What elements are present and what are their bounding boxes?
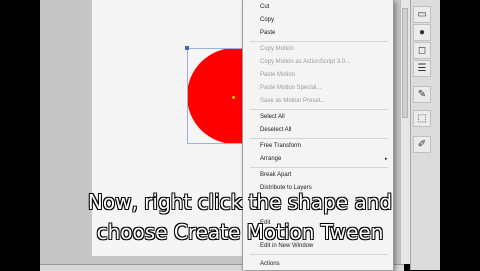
transform-icon[interactable]: ⬚ bbox=[413, 110, 431, 127]
selection-icon[interactable]: ▭ bbox=[413, 6, 431, 23]
submenu-arrow-icon: ▸ bbox=[385, 156, 388, 162]
menu-separator bbox=[250, 254, 388, 255]
menu-separator bbox=[250, 41, 388, 42]
caption-line-1: Now, right click the shape and bbox=[87, 190, 393, 214]
menu-item-paste[interactable]: Paste bbox=[260, 30, 275, 37]
brush-icon[interactable]: ✐ bbox=[413, 136, 431, 153]
menu-item-copy[interactable]: Copy bbox=[260, 17, 274, 24]
menu-item-paste-motion-special[interactable]: Paste Motion Special... bbox=[260, 85, 321, 92]
menu-item-break-apart[interactable]: Break Apart bbox=[260, 172, 291, 179]
panel-edge bbox=[440, 0, 480, 270]
menu-item-select-all[interactable]: Select All bbox=[260, 114, 285, 121]
menu-item-actions[interactable]: Actions bbox=[260, 261, 280, 268]
menu-item-edit-in-new-window[interactable]: Edit in New Window bbox=[260, 243, 313, 250]
menu-item-copy-motion[interactable]: Copy Motion bbox=[260, 46, 294, 53]
menu-item-deselect-all[interactable]: Deselect All bbox=[260, 127, 291, 134]
menu-item-cut[interactable]: Cut bbox=[260, 4, 269, 11]
menu-item-copy-motion-as[interactable]: Copy Motion as ActionScript 3.0... bbox=[260, 59, 350, 66]
menu-item-save-motion-preset[interactable]: Save as Motion Preset... bbox=[260, 98, 325, 105]
scrollbar-thumb[interactable] bbox=[402, 8, 408, 118]
color-icon[interactable]: ● bbox=[413, 24, 431, 41]
menu-separator bbox=[250, 167, 388, 168]
menu-separator bbox=[250, 109, 388, 110]
menu-item-paste-motion[interactable]: Paste Motion bbox=[260, 72, 295, 79]
menu-item-arrange[interactable]: Arrange bbox=[260, 156, 281, 163]
tools-icon[interactable]: ✎ bbox=[413, 86, 431, 103]
fill-icon[interactable]: ◻ bbox=[413, 42, 431, 59]
stroke-icon[interactable]: ☰ bbox=[413, 60, 431, 77]
caption-line-2: choose Create Motion Tween bbox=[96, 220, 384, 244]
menu-item-free-transform[interactable]: Free Transform bbox=[260, 143, 301, 150]
registration-point bbox=[232, 96, 235, 99]
menu-separator bbox=[250, 138, 388, 139]
transform-handle[interactable] bbox=[185, 46, 189, 50]
